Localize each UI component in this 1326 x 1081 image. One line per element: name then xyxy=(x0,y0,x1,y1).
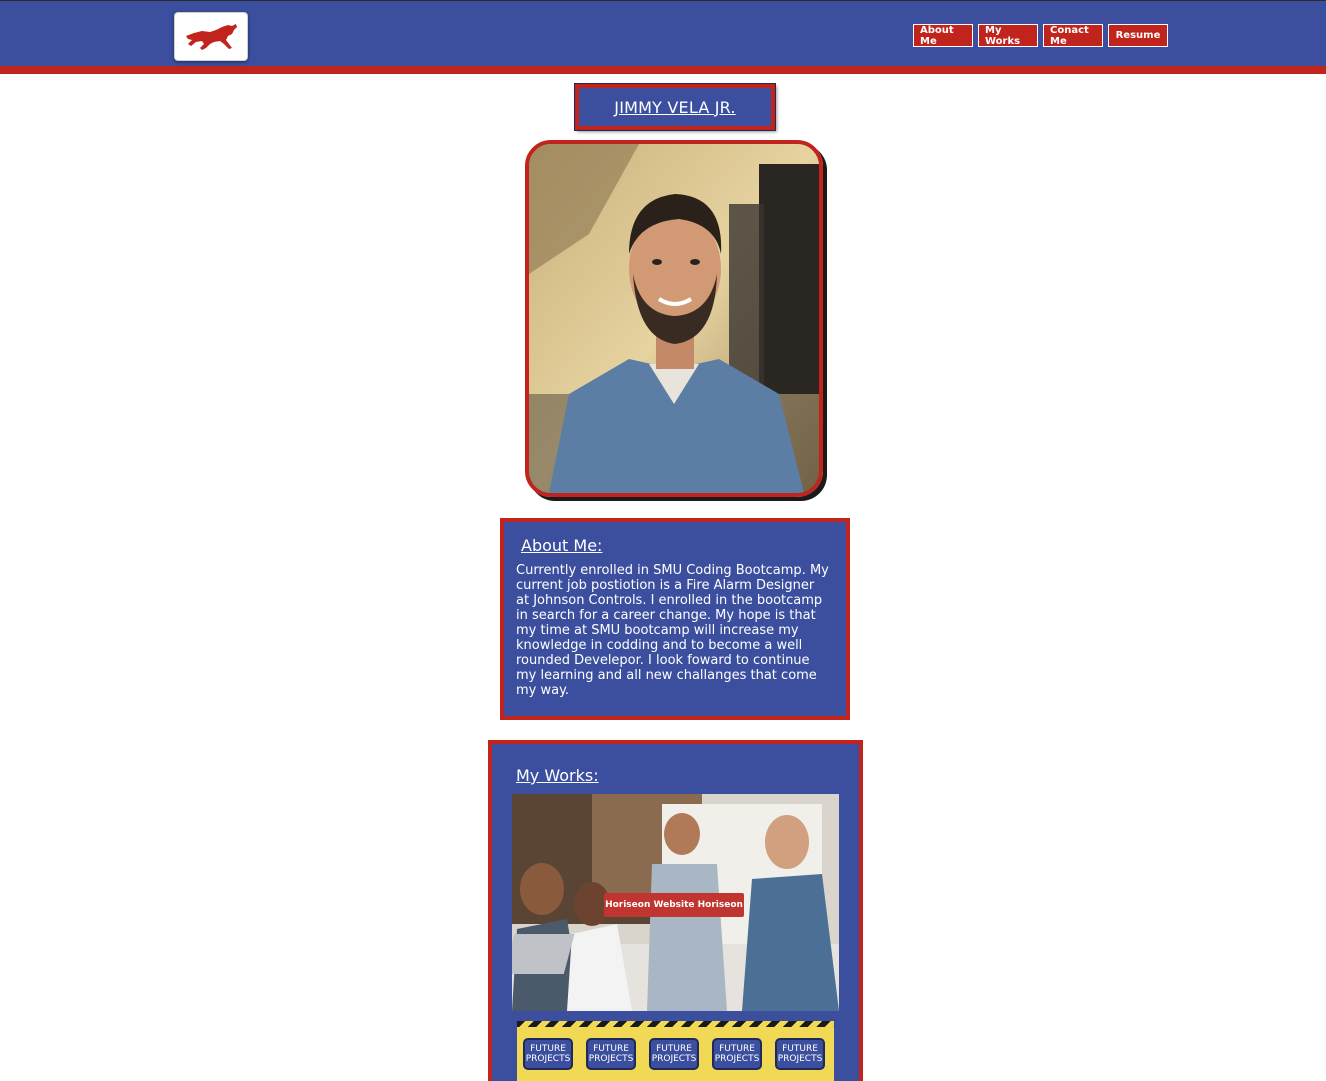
featured-work-card[interactable]: Horiseon Website Horiseon xyxy=(512,794,839,1011)
header-divider xyxy=(0,66,1326,74)
profile-photo-image xyxy=(529,144,819,493)
nav-about-me-button[interactable]: About Me xyxy=(913,24,973,47)
works-title[interactable]: My Works: xyxy=(516,766,859,785)
mustang-logo[interactable] xyxy=(174,12,248,61)
hazard-stripe xyxy=(517,1021,834,1027)
profile-name[interactable]: JIMMY VELA JR. xyxy=(614,98,735,117)
mustang-logo-icon xyxy=(186,23,237,50)
works-section: My Works: Horiseon Website Horiseon FUTU… xyxy=(488,740,863,1081)
future-project-item[interactable]: FUTURE PROJECTS xyxy=(586,1038,636,1070)
about-text: Currently enrolled in SMU Coding Bootcam… xyxy=(516,563,829,698)
future-projects-strip: FUTURE PROJECTS FUTURE PROJECTS FUTURE P… xyxy=(517,1021,834,1081)
future-project-item[interactable]: FUTURE PROJECTS xyxy=(775,1038,825,1070)
future-project-item[interactable]: FUTURE PROJECTS xyxy=(523,1038,573,1070)
name-banner: JIMMY VELA JR. xyxy=(575,84,775,130)
future-project-item[interactable]: FUTURE PROJECTS xyxy=(712,1038,762,1070)
main-nav: About Me My Works Conact Me Resume xyxy=(913,24,1168,47)
site-header: About Me My Works Conact Me Resume xyxy=(0,0,1326,66)
nav-contact-me-button[interactable]: Conact Me xyxy=(1043,24,1103,47)
future-project-item[interactable]: FUTURE PROJECTS xyxy=(649,1038,699,1070)
nav-resume-button[interactable]: Resume xyxy=(1108,24,1168,47)
profile-photo xyxy=(525,140,823,497)
featured-work-label[interactable]: Horiseon Website Horiseon xyxy=(604,893,744,917)
nav-my-works-button[interactable]: My Works xyxy=(978,24,1038,47)
about-title[interactable]: About Me: xyxy=(521,536,830,555)
about-section: About Me: Currently enrolled in SMU Codi… xyxy=(500,518,850,720)
